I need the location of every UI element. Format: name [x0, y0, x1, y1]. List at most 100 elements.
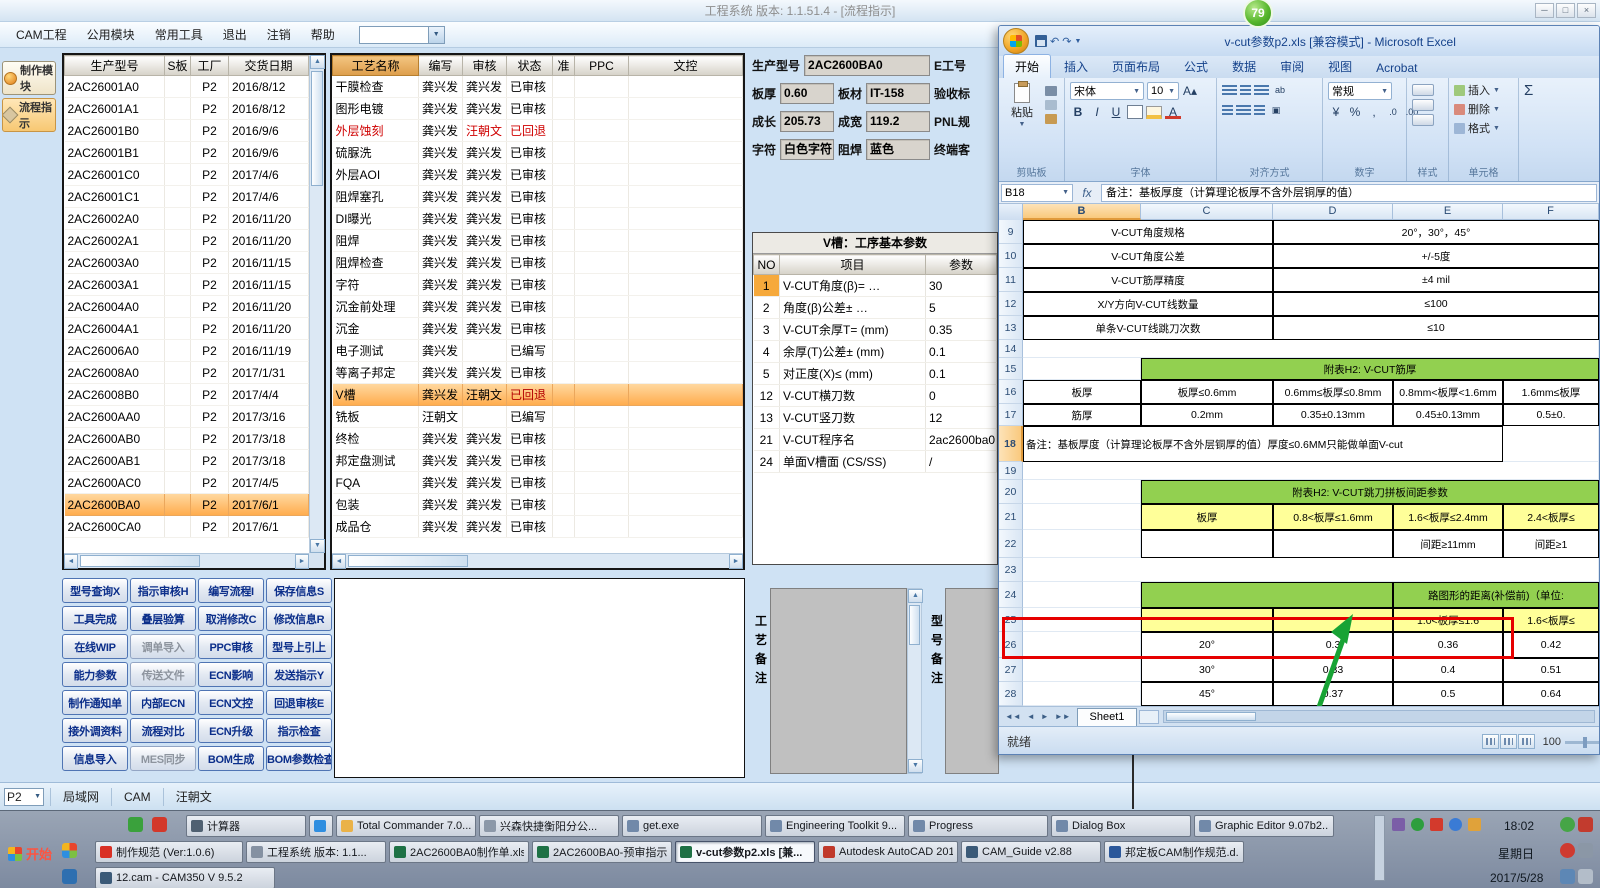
remark-scrollbar[interactable]: ▲ ▼: [907, 588, 923, 774]
row-header[interactable]: 26: [999, 632, 1023, 658]
table-format-icon[interactable]: [1412, 114, 1434, 126]
taskbar-button[interactable]: 2AC2600BA0-预审指示...: [532, 841, 672, 863]
action-button[interactable]: 型号查询X: [62, 578, 128, 603]
vslot-row[interactable]: 12 V-CUT横刀数 0: [753, 384, 997, 407]
field-value[interactable]: 白色字符: [780, 139, 835, 160]
sheet-cell[interactable]: 2.4<板厚≤: [1503, 504, 1599, 530]
sheet-tab[interactable]: Sheet1: [1076, 707, 1138, 726]
percent-icon[interactable]: %: [1347, 104, 1363, 120]
row-header[interactable]: 28: [999, 682, 1023, 706]
taskbar-button[interactable]: 制作规范 (Ver:1.0.6): [95, 841, 243, 863]
sheet-cell[interactable]: [1023, 558, 1599, 582]
menu-item[interactable]: 注销: [257, 22, 301, 47]
prev-sheet-icon[interactable]: ◄: [1024, 712, 1038, 721]
menu-item[interactable]: 公用模块: [77, 22, 145, 47]
action-button[interactable]: BOM生成: [198, 746, 264, 771]
model-row[interactable]: 2AC26001C1 P2 2017/4/6: [64, 185, 309, 208]
field-value[interactable]: IT-158: [866, 83, 931, 104]
scroll-left-icon[interactable]: ◄: [64, 554, 78, 569]
tray-icon[interactable]: [1578, 817, 1593, 832]
action-button[interactable]: 修改信息R: [266, 606, 332, 631]
normal-view-icon[interactable]: [1482, 734, 1499, 749]
sheet-cell[interactable]: 0.5±0.: [1503, 404, 1599, 426]
row-header[interactable]: 27: [999, 658, 1023, 682]
process-row[interactable]: 干膜检查 龚兴发 龚兴发 已审核: [332, 75, 743, 98]
action-button[interactable]: 流程对比: [130, 718, 196, 743]
row-header[interactable]: 15: [999, 358, 1023, 380]
sheet-cell[interactable]: [1141, 608, 1273, 632]
sheet-cell[interactable]: 0.8mm<板厚<1.6mm: [1393, 380, 1503, 404]
model-row[interactable]: 2AC26008A0 P2 2017/1/31: [64, 361, 309, 384]
column-header[interactable]: E: [1393, 204, 1503, 220]
row-header[interactable]: 9: [999, 220, 1023, 244]
action-button[interactable]: 保存信息S: [266, 578, 332, 603]
column-header[interactable]: PPC: [574, 55, 629, 76]
delete-cells-button[interactable]: 删除 ▼: [1454, 101, 1513, 117]
toolbar-combobox[interactable]: ▼: [358, 25, 445, 44]
model-remark-textarea[interactable]: [945, 588, 999, 774]
merge-center-icon[interactable]: ▣: [1268, 102, 1284, 118]
column-header[interactable]: D: [1273, 204, 1393, 220]
fill-color-icon[interactable]: [1146, 105, 1162, 119]
process-row[interactable]: 终检 龚兴发 龚兴发 已审核: [332, 427, 743, 450]
sheet-cell[interactable]: 附表H2: V-CUT跳刀拼板间距参数: [1141, 480, 1599, 504]
menu-item[interactable]: 退出: [213, 22, 257, 47]
italic-icon[interactable]: I: [1089, 104, 1105, 120]
start-button[interactable]: 开始: [8, 844, 52, 863]
name-box[interactable]: B18 ▼: [1001, 183, 1073, 202]
sheet-cell[interactable]: [1023, 632, 1141, 658]
sheet-cell[interactable]: 备注：基板厚度（计算理论板厚不含外层铜厚的值）厚度≤0.6MM只能做单面V-cu…: [1023, 426, 1503, 462]
model-row[interactable]: 2AC2600AA0 P2 2017/3/16: [64, 405, 309, 428]
column-header[interactable]: F: [1503, 204, 1599, 220]
tray-icon[interactable]: [1392, 818, 1405, 831]
office-button[interactable]: [1003, 28, 1029, 54]
scroll-track[interactable]: [78, 554, 295, 568]
sheet-cell[interactable]: X/Y方向V-CUT线数量: [1023, 292, 1273, 316]
row-header[interactable]: 25: [999, 608, 1023, 632]
antivirus-tray-icon[interactable]: [1560, 817, 1575, 832]
sheet-cell[interactable]: [1023, 658, 1141, 682]
language-bar[interactable]: [1374, 815, 1385, 881]
underline-icon[interactable]: U: [1108, 104, 1124, 120]
save-icon[interactable]: [1035, 35, 1047, 47]
sheet-cell[interactable]: [1023, 608, 1141, 632]
row-header[interactable]: 19: [999, 462, 1023, 480]
model-row[interactable]: 2AC26001B0 P2 2016/9/6: [64, 119, 309, 142]
taskbar-button[interactable]: 12.cam - CAM350 V 9.5.2: [95, 867, 275, 888]
taskbar-button[interactable]: 工程系统 版本: 1.1...: [246, 841, 386, 863]
row-header[interactable]: 17: [999, 404, 1023, 426]
ribbon-tab[interactable]: 视图: [1317, 55, 1363, 78]
sheet-cell[interactable]: V-CUT筋厚精度: [1023, 268, 1273, 292]
cam-quicklaunch-icon[interactable]: [62, 869, 77, 884]
model-row[interactable]: 2AC26001A0 P2 2016/8/12: [64, 75, 309, 98]
scroll-right-icon[interactable]: ►: [295, 554, 309, 569]
model-row[interactable]: 2AC26002A1 P2 2016/11/20: [64, 229, 309, 252]
process-row[interactable]: 图形电镀 龚兴发 龚兴发 已审核: [332, 97, 743, 120]
sheet-cell[interactable]: 板厚: [1141, 504, 1273, 530]
field-value[interactable]: 0.60: [780, 83, 835, 104]
action-button[interactable]: 调单导入: [130, 634, 196, 659]
insert-sheet-icon[interactable]: [1139, 709, 1160, 724]
row-header[interactable]: 22: [999, 530, 1023, 558]
model-vertical-scrollbar[interactable]: ▲ ▼: [309, 55, 325, 553]
taskbar-button[interactable]: 兴森快捷衡阳分公...: [479, 815, 619, 837]
grow-font-icon[interactable]: A▴: [1182, 83, 1198, 99]
taskbar-button[interactable]: [309, 815, 333, 837]
network-icon[interactable]: [1560, 869, 1575, 884]
ribbon-tab[interactable]: 插入: [1053, 55, 1099, 78]
ribbon-tab[interactable]: 审阅: [1269, 55, 1315, 78]
sheet-cell[interactable]: [1023, 462, 1599, 480]
model-row[interactable]: 2AC2600AB0 P2 2017/3/18: [64, 427, 309, 450]
sheet-cell[interactable]: 0.8<板厚≤1.6mm: [1273, 504, 1393, 530]
formula-input[interactable]: 备注：基板厚度（计算理论板厚不含外层铜厚的值）: [1101, 183, 1597, 202]
row-header[interactable]: 18: [999, 426, 1023, 462]
model-row[interactable]: 2AC26001B1 P2 2016/9/6: [64, 141, 309, 164]
field-value[interactable]: 119.2: [866, 111, 931, 132]
ribbon-tab[interactable]: 数据: [1221, 55, 1267, 78]
vslot-row[interactable]: 5 对正度(X)≤ (mm) 0.1: [753, 362, 997, 385]
sheet-cell[interactable]: 0.36: [1393, 632, 1503, 658]
fx-icon[interactable]: fx: [1075, 186, 1099, 200]
process-row[interactable]: 阻焊 龚兴发 龚兴发 已审核: [332, 229, 743, 252]
field-value[interactable]: 205.73: [780, 111, 835, 132]
align-left-icon[interactable]: [1222, 104, 1233, 116]
